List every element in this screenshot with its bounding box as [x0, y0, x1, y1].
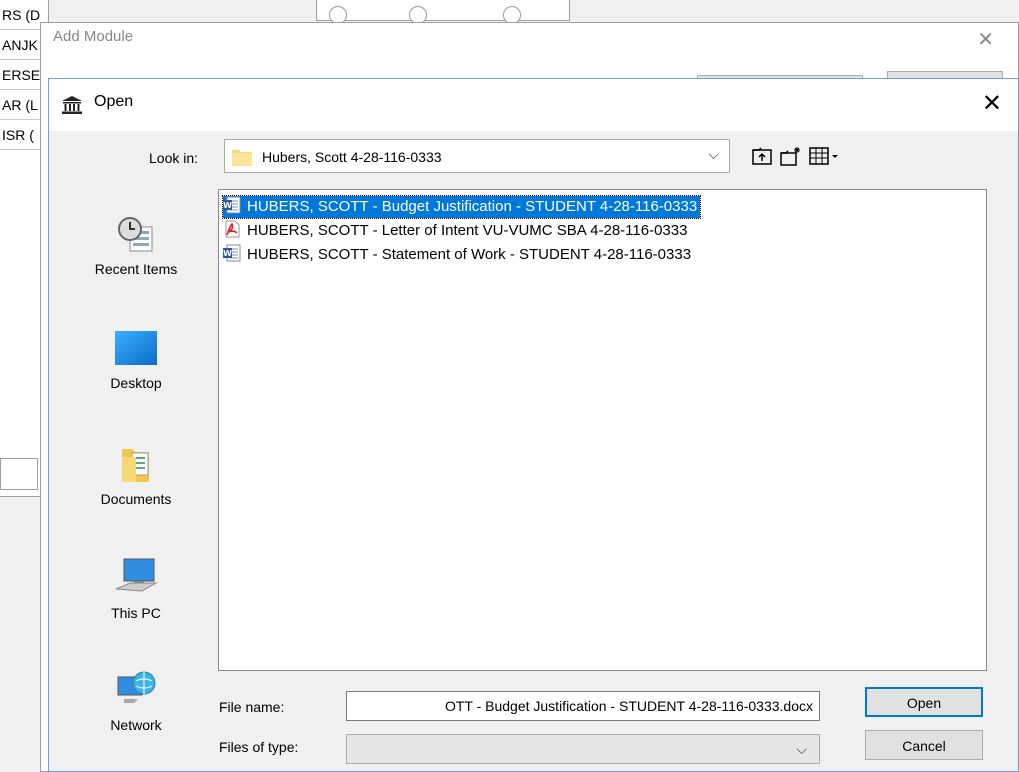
- place-label: Desktop: [110, 375, 162, 391]
- folder-icon: [232, 150, 252, 166]
- documents-icon: [122, 449, 149, 482]
- word-doc-icon: W: [223, 244, 241, 262]
- recent-items-icon: [118, 217, 153, 252]
- place-label: Documents: [100, 491, 172, 507]
- pdf-icon: [225, 220, 240, 238]
- place-desktop[interactable]: Desktop: [65, 329, 207, 429]
- this-pc-icon: [115, 558, 158, 592]
- background-field[interactable]: [0, 458, 38, 490]
- place-network[interactable]: Network: [65, 669, 207, 769]
- look-in-dropdown[interactable]: Hubers, Scott 4-28-116-0333 ⌵: [224, 139, 730, 173]
- place-this-pc[interactable]: This PC: [65, 555, 207, 655]
- file-name: HUBERS, SCOTT - Letter of Intent VU-VUMC…: [247, 222, 688, 239]
- dialog-title: Open: [94, 93, 134, 110]
- library-icon: [62, 96, 82, 114]
- place-label: Recent Items: [94, 261, 178, 277]
- file-name-value: OTT - Budget Justification - STUDENT 4-2…: [444, 698, 813, 714]
- file-name-input[interactable]: OTT - Budget Justification - STUDENT 4-2…: [346, 691, 820, 721]
- file-item[interactable]: W HUBERS, SCOTT - Statement of Work - ST…: [223, 244, 694, 266]
- open-button[interactable]: Open: [865, 687, 983, 717]
- files-of-type-dropdown[interactable]: ⌵: [346, 734, 820, 764]
- view-menu-icon[interactable]: [809, 146, 841, 166]
- file-name: HUBERS, SCOTT - Statement of Work - STUD…: [247, 246, 692, 263]
- open-dialog: Open ✕ Look in: Hubers, Scott 4-28-116-0…: [48, 78, 1019, 772]
- look-in-label: Look in:: [149, 150, 199, 166]
- dialog-titlebar: Open ✕: [49, 79, 1018, 131]
- new-folder-icon[interactable]: [779, 146, 801, 166]
- chevron-down-icon: ⌵: [796, 741, 807, 757]
- background-option-box: [316, 0, 570, 24]
- svg-text:W: W: [223, 201, 232, 210]
- network-icon: [117, 671, 156, 703]
- place-recent-items[interactable]: Recent Items: [65, 215, 207, 315]
- desktop-icon: [115, 331, 157, 365]
- file-item[interactable]: W HUBERS, SCOTT - Budget Justification -…: [221, 195, 702, 219]
- add-module-title: Add Module: [53, 28, 134, 45]
- place-label: Network: [110, 717, 162, 733]
- file-name: HUBERS, SCOTT - Budget Justification - S…: [247, 198, 698, 215]
- places-bar: Recent Items Desktop Documents This PC N…: [65, 191, 207, 751]
- files-of-type-label: Files of type:: [219, 739, 299, 755]
- file-name-label: File name:: [219, 699, 285, 715]
- look-in-value: Hubers, Scott 4-28-116-0333: [262, 149, 442, 165]
- file-list[interactable]: W HUBERS, SCOTT - Budget Justification -…: [218, 189, 987, 671]
- chevron-down-icon: ⌵: [708, 146, 719, 162]
- place-documents[interactable]: Documents: [65, 443, 207, 543]
- svg-text:W: W: [223, 249, 232, 258]
- file-item[interactable]: HUBERS, SCOTT - Letter of Intent VU-VUMC…: [223, 220, 690, 242]
- word-doc-icon: W: [223, 196, 241, 214]
- dialog-close-icon[interactable]: ✕: [982, 89, 1002, 118]
- up-folder-icon[interactable]: [751, 146, 773, 166]
- place-label: This PC: [111, 605, 161, 621]
- add-module-close-icon[interactable]: ✕: [977, 27, 994, 52]
- cancel-button[interactable]: Cancel: [865, 730, 983, 760]
